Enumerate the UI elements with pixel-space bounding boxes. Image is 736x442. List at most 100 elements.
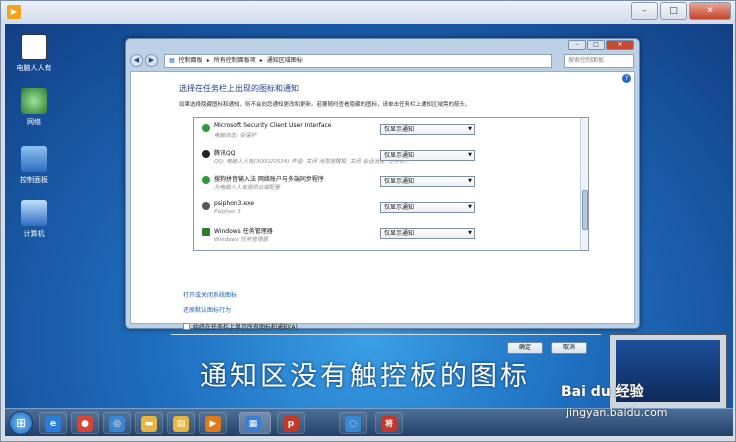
- taskbar-item-control-panel[interactable]: ▦: [239, 412, 271, 434]
- app-icon: ▶: [7, 5, 21, 19]
- item-name: Microsoft Security Client User Interface: [214, 122, 332, 129]
- chevron-down-icon: ▼: [468, 126, 472, 132]
- network-icon: [21, 88, 47, 114]
- special-char-icon: 将: [381, 416, 397, 432]
- desktop-icon-network[interactable]: 网络: [11, 88, 57, 127]
- media-player-icon: ▶: [205, 416, 221, 432]
- list-item: 搜狗拼音输入法 网络账户与多端同步程序 为电脑人人有提供云端配置 仅显示通知 ▼: [200, 174, 570, 196]
- network-icon: ◌: [345, 416, 361, 432]
- item-subtitle: Windows 任务管理器: [214, 237, 268, 243]
- folder-icon: ▬: [141, 416, 157, 432]
- close-button[interactable]: ✕: [606, 40, 634, 50]
- maximize-button[interactable]: □: [660, 2, 687, 20]
- scrollbar[interactable]: [580, 118, 588, 250]
- content-pane: ? 选择在任务栏上出现的图标和通知 如果选择隐藏图标和通知，则不会向您通知更改和…: [130, 71, 635, 354]
- internet-explorer-icon: e: [45, 416, 61, 432]
- behavior-select[interactable]: 仅显示通知 ▼: [380, 176, 475, 187]
- back-icon[interactable]: ◀: [130, 54, 143, 67]
- item-name: psiphon3.exe: [214, 200, 255, 207]
- desktop-icon-control-panel[interactable]: 控制面板: [11, 146, 57, 185]
- icon-list: Microsoft Security Client User Interface…: [193, 117, 589, 251]
- folder-icon: ▦: [169, 57, 175, 64]
- list-item: psiphon3.exe Psiphon 3 仅显示通知 ▼: [200, 200, 570, 222]
- ok-button[interactable]: 确定: [507, 342, 543, 354]
- navigation-bar: ◀ ▶ ▦ 控制面板 ▸ 所有控制面板项 ▸ 通知区域图标 搜索控制面板: [130, 53, 635, 69]
- taskbar-item-ie[interactable]: e: [39, 412, 67, 434]
- breadcrumb-item[interactable]: 通知区域图标: [267, 55, 303, 67]
- taskbar-item-special[interactable]: 将: [375, 412, 403, 434]
- item-name: Windows 任务管理器: [214, 228, 273, 235]
- taskbar-item-media[interactable]: ▶: [199, 412, 227, 434]
- behavior-select[interactable]: 仅显示通知 ▼: [380, 228, 475, 239]
- watermark-url: jingyan.baidu.com: [566, 406, 668, 419]
- behavior-select[interactable]: 仅显示通知 ▼: [380, 150, 475, 161]
- window-controls: – □ ✕: [567, 40, 634, 50]
- chevron-down-icon: ▼: [468, 230, 472, 236]
- psiphon-icon: p: [283, 416, 299, 432]
- taskbar-item-folder[interactable]: ▬: [135, 412, 163, 434]
- control-panel-window: – □ ✕ ◀ ▶ ▦ 控制面板 ▸ 所有控制面板项 ▸ 通知区域图标 搜索控制…: [125, 38, 640, 354]
- breadcrumb-item[interactable]: 所有控制面板项: [214, 55, 256, 67]
- behavior-select[interactable]: 仅显示通知 ▼: [380, 124, 475, 135]
- qq-icon: [202, 150, 210, 158]
- list-item: Windows 任务管理器 Windows 任务管理器 仅显示通知 ▼: [200, 226, 570, 248]
- page-description: 如果选择隐藏图标和通知，则不会向您通知更改和更新。若要随时查看隐藏的图标，请单击…: [179, 102, 471, 108]
- checkbox-label: 始终在任务栏上显示所有图标和通知(A): [193, 324, 298, 331]
- system-icons-link[interactable]: 打开或关闭系统图标: [183, 290, 237, 299]
- desktop-icon-label: 电脑人人有: [16, 64, 52, 72]
- taskbar-item-psiphon[interactable]: p: [277, 412, 305, 434]
- minimize-button[interactable]: –: [568, 40, 586, 50]
- computer-icon: [21, 200, 47, 226]
- host-titlebar: ▶ – □ ✕: [1, 1, 735, 23]
- host-window: ▶ – □ ✕ 电脑人人有 网络 控制面板 计算机 通知区没有触控板的图标 – …: [0, 0, 736, 442]
- browser-icon: ◎: [109, 416, 125, 432]
- help-icon[interactable]: ?: [622, 74, 631, 83]
- item-name: 腾讯QQ: [214, 150, 236, 157]
- item-subtitle: 电脑状态: 受保护: [214, 133, 257, 139]
- sogou-icon: [202, 176, 210, 184]
- start-button[interactable]: ⊞: [9, 411, 33, 435]
- chevron-down-icon: ▼: [468, 178, 472, 184]
- checkbox[interactable]: [183, 323, 190, 330]
- restore-defaults-link[interactable]: 还原默认图标行为: [183, 305, 231, 314]
- chrome-icon: ●: [77, 416, 93, 432]
- scroll-thumb[interactable]: [582, 190, 588, 230]
- psiphon-icon: [202, 202, 210, 210]
- behavior-select[interactable]: 仅显示通知 ▼: [380, 202, 475, 213]
- taskbar-item-explorer[interactable]: ▤: [167, 412, 195, 434]
- caption-text: 通知区没有触控板的图标: [200, 361, 530, 392]
- forward-icon[interactable]: ▶: [145, 54, 158, 67]
- divider: [171, 334, 601, 335]
- taskbar-item-network[interactable]: ◌: [339, 412, 367, 434]
- panda-icon: [21, 34, 47, 60]
- search-input[interactable]: 搜索控制面板: [564, 54, 634, 68]
- minimize-button[interactable]: –: [631, 2, 658, 20]
- address-bar[interactable]: ▦ 控制面板 ▸ 所有控制面板项 ▸ 通知区域图标: [164, 54, 552, 68]
- list-item: 腾讯QQ QQ: 电脑人人有(300020534) 声音: 关闭 消息提醒框: …: [200, 148, 570, 170]
- control-panel-icon: [21, 146, 47, 172]
- desktop-icon-panda[interactable]: 电脑人人有: [11, 34, 57, 73]
- control-panel-icon: ▦: [245, 416, 261, 432]
- item-subtitle: Psiphon 3: [214, 209, 241, 215]
- security-client-icon: [202, 124, 210, 132]
- chevron-down-icon: ▼: [468, 204, 472, 210]
- desktop-icon-label: 计算机: [23, 230, 45, 238]
- chevron-right-icon: ▸: [206, 57, 210, 64]
- item-name: 搜狗拼音输入法 网络账户与多端同步程序: [214, 176, 324, 183]
- taskbar-item-browser[interactable]: ◎: [103, 412, 131, 434]
- desktop-icon-label: 网络: [27, 118, 41, 126]
- desktop-icon-computer[interactable]: 计算机: [11, 200, 57, 239]
- breadcrumb-item[interactable]: 控制面板: [179, 55, 203, 67]
- task-manager-icon: [202, 228, 210, 236]
- desktop-icon-label: 控制面板: [20, 176, 48, 184]
- always-show-checkbox[interactable]: 始终在任务栏上显示所有图标和通知(A): [183, 322, 298, 331]
- explorer-icon: ▤: [173, 416, 189, 432]
- watermark-brand: Bai du 经验: [561, 384, 644, 400]
- taskbar-item-chrome[interactable]: ●: [71, 412, 99, 434]
- close-button[interactable]: ✕: [689, 2, 731, 20]
- cancel-button[interactable]: 取消: [551, 342, 587, 354]
- list-item: Microsoft Security Client User Interface…: [200, 122, 570, 144]
- host-window-controls: – □ ✕: [629, 2, 731, 20]
- maximize-button[interactable]: □: [587, 40, 605, 50]
- chevron-down-icon: ▼: [468, 152, 472, 158]
